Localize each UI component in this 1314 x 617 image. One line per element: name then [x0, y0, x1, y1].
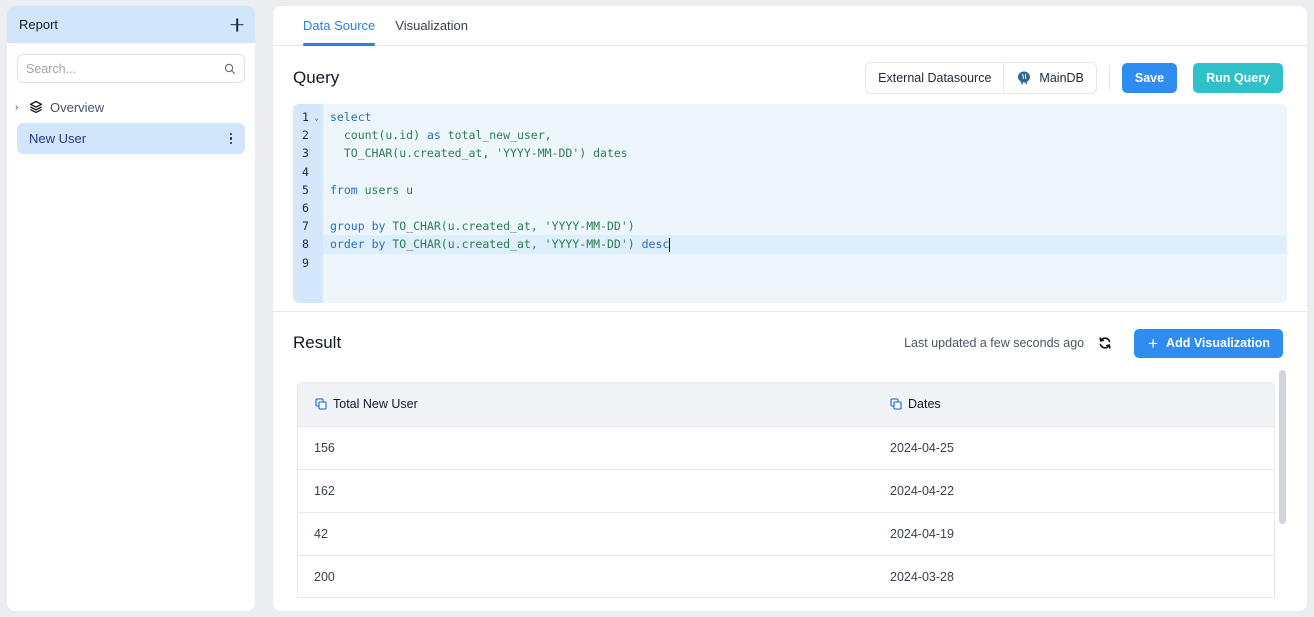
- add-visualization-button[interactable]: + Add Visualization: [1134, 328, 1283, 358]
- save-button[interactable]: Save: [1121, 63, 1178, 93]
- main-panel: Data Source Visualization Query External…: [273, 6, 1307, 611]
- code-line[interactable]: order by TO_CHAR(u.created_at, 'YYYY-MM-…: [323, 235, 1287, 254]
- datasource-type-button[interactable]: External Datasource: [866, 63, 1003, 93]
- line-number: 4: [302, 164, 309, 179]
- table-row: 156 2024-04-25: [298, 426, 1274, 470]
- kebab-menu-icon[interactable]: [227, 131, 236, 147]
- table-row: 200 2024-03-28: [298, 555, 1274, 597]
- line-number: 1 ⌄: [293, 108, 323, 126]
- datasource-name-button[interactable]: MainDB: [1003, 63, 1095, 93]
- code-line[interactable]: TO_CHAR(u.created_at, 'YYYY-MM-DD') date…: [323, 144, 1287, 162]
- result-table-container: Total New User Dates 156 2024-04-25 162 202…: [297, 382, 1275, 598]
- copy-column-icon: [890, 398, 902, 410]
- cell-total-new-user: 156: [298, 426, 874, 470]
- result-title: Result: [293, 333, 342, 352]
- line-number: 6: [302, 200, 309, 215]
- sidebar-header: Report: [7, 6, 255, 43]
- tree-item-overview[interactable]: › Overview: [7, 95, 255, 119]
- search-icon[interactable]: [224, 63, 236, 75]
- text-cursor: [669, 237, 671, 252]
- run-query-button[interactable]: Run Query: [1193, 63, 1283, 93]
- line-number: 2: [302, 128, 309, 143]
- result-actions: Last updated a few seconds ago + Add Vis…: [904, 328, 1283, 358]
- code-line[interactable]: [323, 254, 1287, 272]
- cell-total-new-user: 42: [298, 512, 874, 556]
- plus-icon: +: [1148, 333, 1159, 353]
- tree-item-new-user[interactable]: New User: [17, 123, 245, 154]
- code-line[interactable]: select: [323, 108, 1287, 126]
- datasource-name: MainDB: [1039, 71, 1084, 85]
- layers-icon: [29, 100, 43, 114]
- column-label: Total New User: [333, 397, 418, 412]
- code-area[interactable]: select count(u.id) as total_new_user, TO…: [323, 104, 1287, 303]
- column-label: Dates: [908, 397, 941, 412]
- code-line[interactable]: [323, 163, 1287, 181]
- add-visualization-label: Add Visualization: [1166, 336, 1270, 350]
- table-row: 162 2024-04-22: [298, 469, 1274, 513]
- search-input[interactable]: [26, 61, 224, 76]
- sql-editor[interactable]: 1 ⌄ 2 3 4 5 6 7 8 9 select count(u.id) as total_n…: [293, 104, 1287, 303]
- query-header: Query External Datasource MainDB Save Ru…: [293, 62, 1283, 94]
- fold-chevron-icon[interactable]: ⌄: [314, 109, 319, 127]
- result-header: Result Last updated a few seconds ago + …: [293, 328, 1283, 358]
- result-table: Total New User Dates 156 2024-04-25 162 202…: [298, 383, 1274, 597]
- tab-data-source[interactable]: Data Source: [303, 6, 376, 46]
- postgresql-elephant-icon: [1018, 71, 1031, 85]
- code-line[interactable]: [323, 199, 1287, 217]
- cell-total-new-user: 200: [298, 555, 874, 597]
- line-number: 5: [302, 182, 309, 197]
- add-report-button[interactable]: [229, 17, 245, 33]
- cell-dates: 2024-04-19: [874, 512, 1274, 556]
- line-number: 8: [302, 237, 309, 252]
- sidebar: Report › Overview New User: [7, 6, 255, 611]
- tab-visualization[interactable]: Visualization: [395, 6, 468, 46]
- section-divider: [273, 311, 1307, 312]
- table-body: 156 2024-04-25 162 2024-04-22 42 2024-04-19 20…: [298, 426, 1274, 597]
- cell-dates: 2024-04-22: [874, 469, 1274, 513]
- tree-item-label: New User: [29, 131, 87, 146]
- datasource-selector: External Datasource MainDB: [865, 62, 1097, 94]
- tree-item-label: Overview: [50, 99, 105, 115]
- search-box: [17, 54, 245, 83]
- sidebar-title: Report: [19, 17, 59, 32]
- table-header-row: Total New User Dates: [298, 383, 1274, 427]
- line-number: 3: [302, 146, 309, 161]
- query-actions: External Datasource MainDB Save Run Quer…: [865, 62, 1283, 94]
- copy-column-icon: [315, 398, 327, 410]
- cell-dates: 2024-04-25: [874, 426, 1274, 470]
- column-header-dates[interactable]: Dates: [874, 383, 1274, 427]
- query-title: Query: [293, 68, 340, 87]
- cell-dates: 2024-03-28: [874, 555, 1274, 597]
- code-line[interactable]: from users u: [323, 181, 1287, 199]
- table-row: 42 2024-04-19: [298, 512, 1274, 556]
- line-number: 9: [302, 255, 309, 270]
- table-scrollbar[interactable]: [1279, 370, 1286, 524]
- code-line[interactable]: count(u.id) as total_new_user,: [323, 126, 1287, 144]
- line-number: 7: [302, 219, 309, 234]
- code-line[interactable]: group by TO_CHAR(u.created_at, 'YYYY-MM-…: [323, 217, 1287, 235]
- line-number-gutter: 1 ⌄ 2 3 4 5 6 7 8 9: [293, 104, 323, 303]
- last-updated-text: Last updated a few seconds ago: [904, 336, 1085, 350]
- refresh-icon[interactable]: [1098, 336, 1112, 350]
- divider: [1108, 65, 1110, 91]
- cell-total-new-user: 162: [298, 469, 874, 513]
- column-header-total-new-user[interactable]: Total New User: [298, 383, 874, 427]
- tab-bar: Data Source Visualization: [273, 6, 1307, 46]
- chevron-right-icon[interactable]: ›: [15, 102, 29, 113]
